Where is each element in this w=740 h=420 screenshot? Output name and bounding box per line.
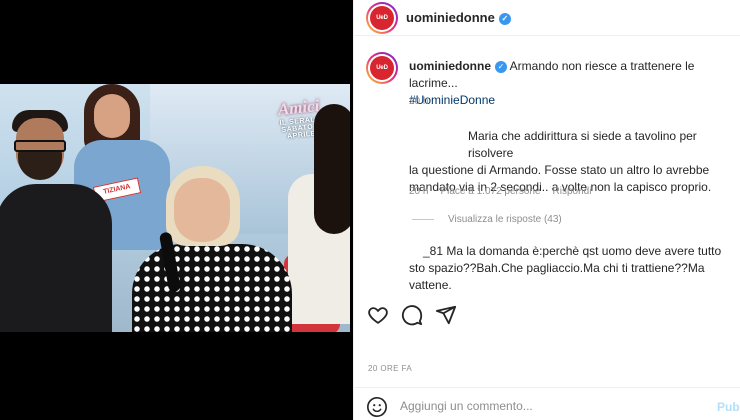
post-actions bbox=[366, 303, 458, 327]
publish-button[interactable]: Pub bbox=[717, 400, 740, 414]
post-details-panel: UeD uominiedonne ✓ UeD uominiedonne ✓ Arma… bbox=[353, 0, 740, 420]
avatar-logo: UeD bbox=[370, 6, 394, 30]
media-panel: Amici IL SERALE SABATO 1 APRILE TIZIANA bbox=[0, 0, 353, 420]
post-header: UeD uominiedonne ✓ bbox=[354, 0, 740, 36]
reply-button[interactable]: Rispondi bbox=[553, 186, 592, 197]
post-video[interactable]: Amici IL SERALE SABATO 1 APRILE TIZIANA bbox=[0, 84, 350, 332]
comment-button[interactable] bbox=[400, 303, 424, 327]
caption-username[interactable]: uominiedonne bbox=[409, 59, 491, 73]
caption-avatar[interactable]: UeD bbox=[366, 52, 398, 84]
comment-meta: 20 h Piace a 1.072 persone Rispondi bbox=[409, 186, 591, 197]
speech-bubble-icon bbox=[401, 305, 423, 326]
avatar-logo: UeD bbox=[370, 56, 394, 80]
username-text[interactable]: uominiedonne bbox=[406, 10, 495, 25]
comment-input[interactable] bbox=[400, 397, 690, 415]
comment-text-line: Maria che addirittura si siede a tavolin… bbox=[468, 129, 697, 160]
caption-time[interactable]: 20 h bbox=[409, 96, 428, 107]
comment-likes[interactable]: Piace a 1.072 persone bbox=[440, 186, 540, 197]
paper-plane-icon bbox=[435, 305, 457, 325]
comment: _81 Ma la domanda è:perchè qst uomo deve… bbox=[409, 243, 739, 294]
share-button[interactable] bbox=[434, 303, 458, 327]
verified-badge-icon: ✓ bbox=[495, 60, 507, 73]
view-replies-button[interactable]: Visualizza le risposte (43) bbox=[412, 214, 562, 225]
smiley-icon bbox=[367, 397, 387, 417]
post-caption: uominiedonne ✓ Armando non riesce a tratt… bbox=[409, 58, 735, 109]
heart-icon bbox=[368, 307, 388, 324]
avatar[interactable]: UeD bbox=[366, 2, 398, 34]
comment-text-line: _81 Ma la domanda è:perchè qst uomo deve… bbox=[423, 244, 722, 258]
host-speaking bbox=[132, 166, 292, 332]
header-username[interactable]: uominiedonne ✓ bbox=[406, 10, 511, 25]
verified-badge-icon: ✓ bbox=[498, 12, 511, 25]
comment-bar: Pub bbox=[354, 388, 740, 420]
post-timestamp[interactable]: 20 ORE FA bbox=[368, 364, 412, 373]
emoji-button[interactable] bbox=[366, 396, 388, 418]
like-button[interactable] bbox=[366, 303, 390, 327]
view-replies-label[interactable]: Visualizza le risposte (43) bbox=[448, 214, 562, 225]
replies-divider bbox=[412, 219, 434, 220]
woman-right bbox=[284, 104, 350, 324]
comment-text-line: la questione di Armando. Fosse stato un … bbox=[409, 163, 710, 177]
comment-text-line: sto spazio??Bah.Che pagliaccio.Ma chi ti… bbox=[409, 261, 705, 292]
man-with-glasses bbox=[0, 106, 116, 332]
comment-time[interactable]: 20 h bbox=[409, 186, 428, 197]
